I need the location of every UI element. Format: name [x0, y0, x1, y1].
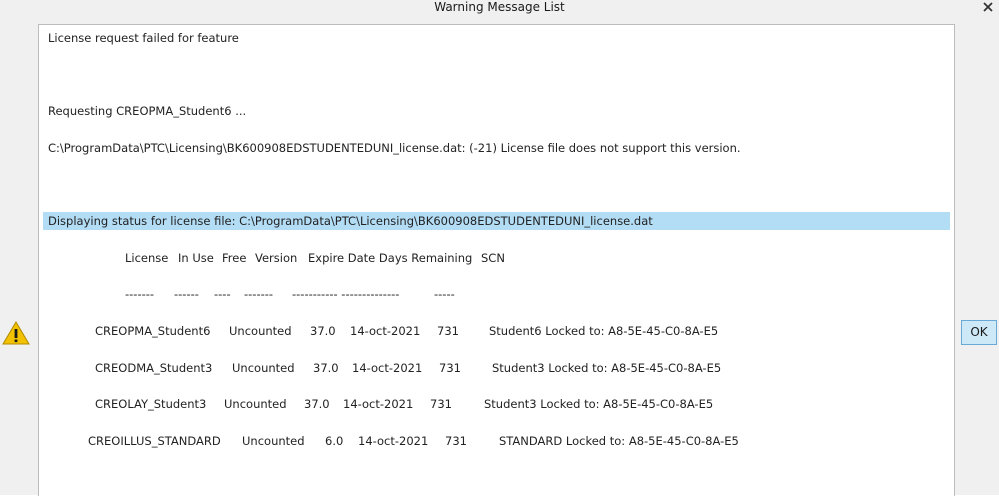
- close-button[interactable]: [981, 0, 995, 15]
- warning-message-dialog: Warning Message List License request fai…: [0, 0, 999, 496]
- row-version: 37.0: [313, 361, 339, 375]
- row-license-name: CREOLAY_Student3: [95, 397, 207, 411]
- ok-button[interactable]: OK: [961, 320, 997, 345]
- separator-license: -------: [125, 287, 155, 301]
- row-version: 6.0: [325, 434, 344, 448]
- header-in-use: In Use: [178, 251, 214, 265]
- row-expire-date: 14-oct-2021: [358, 434, 429, 448]
- row-scn: Student3 Locked to: A8-5E-45-C0-8A-E5: [484, 397, 714, 411]
- row-expire-date: 14-oct-2021: [350, 324, 421, 338]
- message-line: C:\ProgramData\PTC\Licensing\BK600908EDS…: [48, 141, 741, 155]
- header-free: Free: [222, 251, 247, 265]
- header-scn: SCN: [481, 251, 505, 265]
- separator-scn: -----: [434, 287, 455, 301]
- selected-status-line[interactable]: Displaying status for license file: C:\P…: [43, 212, 950, 230]
- separator-free: ----: [214, 287, 231, 301]
- row-expire-date: 14-oct-2021: [343, 397, 414, 411]
- row-in-use: Uncounted: [229, 324, 292, 338]
- row-in-use: Uncounted: [232, 361, 295, 375]
- row-license-name: CREOILLUS_STANDARD: [88, 434, 221, 448]
- separator-version: -------: [244, 287, 274, 301]
- status-line-text: Displaying status for license file: C:\P…: [48, 214, 653, 228]
- message-list-panel[interactable]: License request failed for feature Reque…: [38, 24, 955, 496]
- row-in-use: Uncounted: [242, 434, 305, 448]
- warning-icon: [2, 321, 30, 345]
- header-version: Version: [255, 251, 298, 265]
- row-days-remaining: 731: [439, 361, 461, 375]
- separator-in-use: ------: [174, 287, 199, 301]
- row-expire-date: 14-oct-2021: [352, 361, 423, 375]
- separator-expire-days: ----------- --------------: [292, 287, 400, 301]
- message-line: Requesting CREOPMA_Student6 ...: [48, 104, 247, 118]
- title-bar: Warning Message List: [0, 0, 999, 16]
- row-license-name: CREODMA_Student3: [95, 361, 213, 375]
- row-scn: STANDARD Locked to: A8-5E-45-C0-8A-E5: [499, 434, 739, 448]
- row-in-use: Uncounted: [224, 397, 287, 411]
- header-license: License: [125, 251, 169, 265]
- row-version: 37.0: [310, 324, 336, 338]
- row-days-remaining: 731: [430, 397, 452, 411]
- window-title: Warning Message List: [434, 0, 565, 14]
- row-days-remaining: 731: [437, 324, 459, 338]
- close-icon: [983, 2, 993, 12]
- row-license-name: CREOPMA_Student6: [95, 324, 211, 338]
- header-expire-days: Expire Date Days Remaining: [308, 251, 473, 265]
- row-version: 37.0: [304, 397, 330, 411]
- row-scn: Student6 Locked to: A8-5E-45-C0-8A-E5: [489, 324, 719, 338]
- row-days-remaining: 731: [445, 434, 467, 448]
- row-scn: Student3 Locked to: A8-5E-45-C0-8A-E5: [492, 361, 722, 375]
- message-line: License request failed for feature: [48, 31, 239, 45]
